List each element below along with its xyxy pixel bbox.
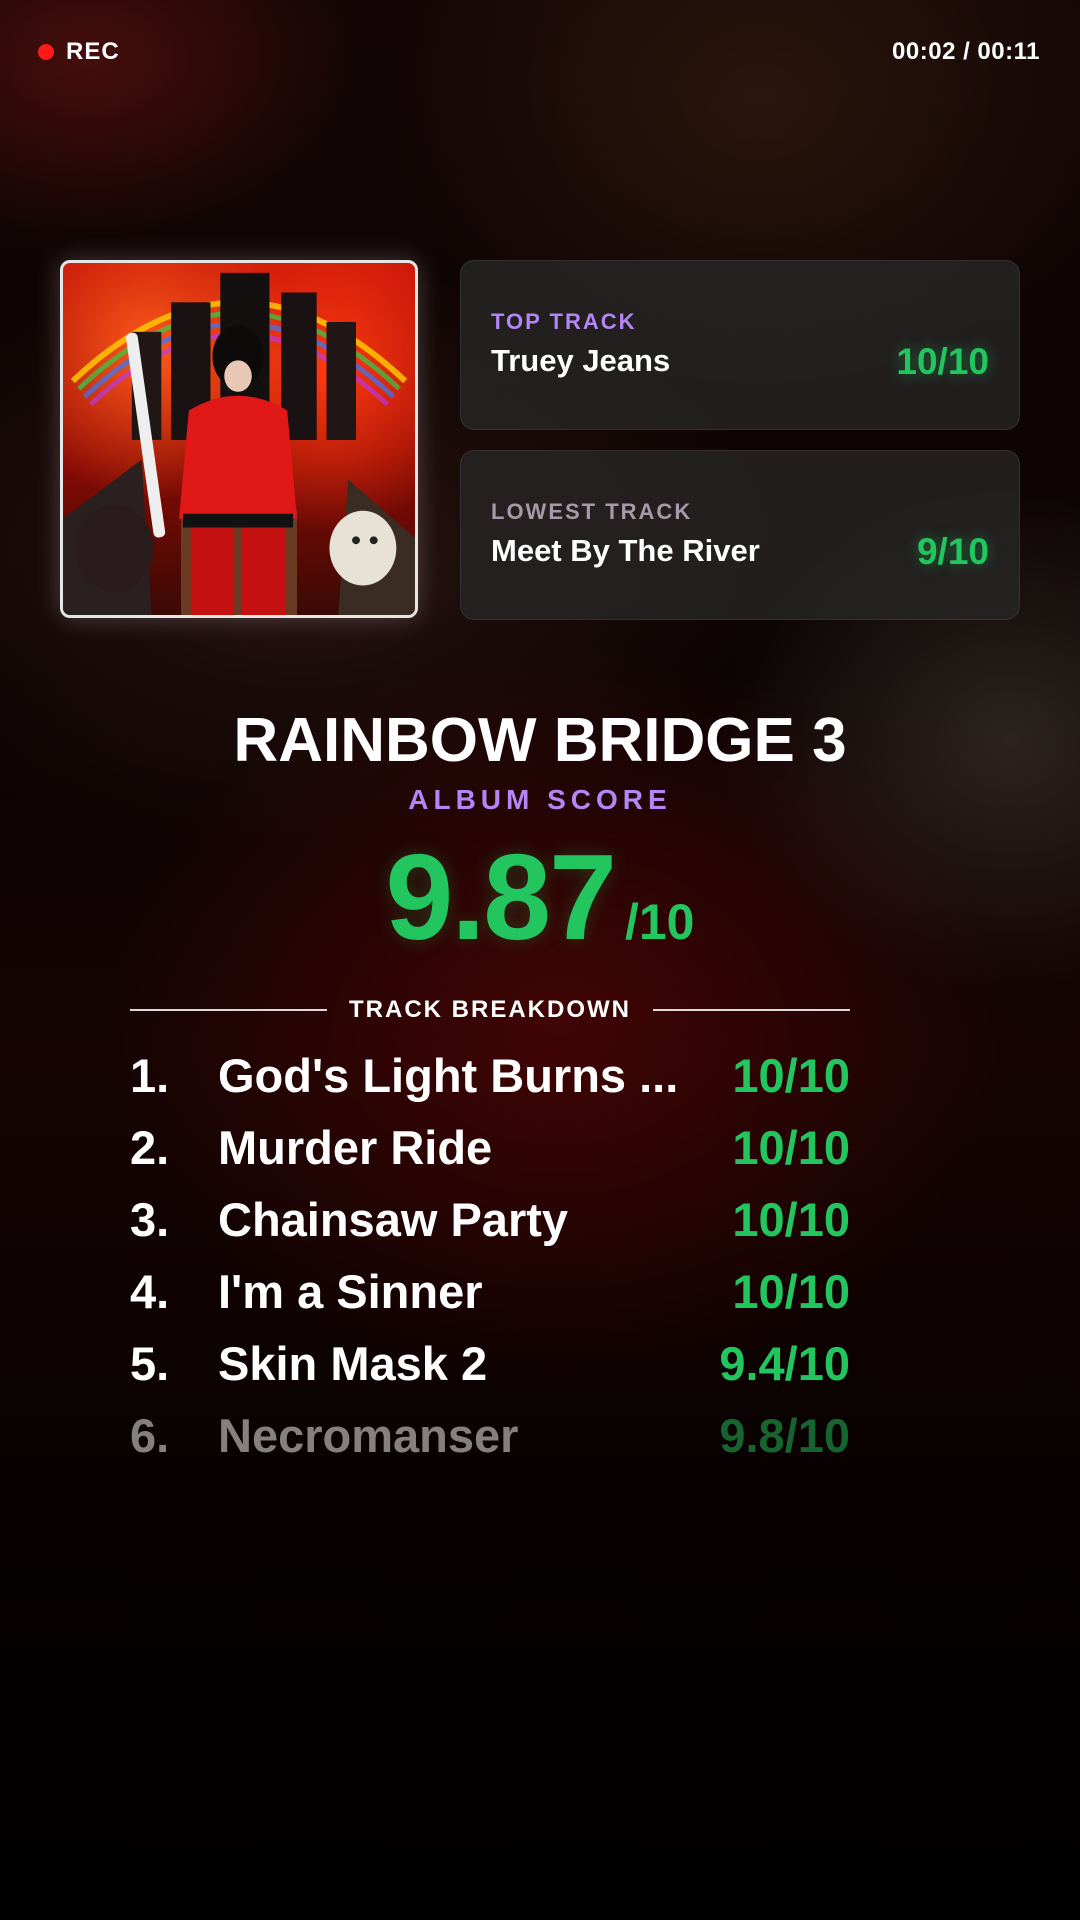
- rec-indicator: REC: [38, 38, 120, 66]
- top-track-score: 10/10: [896, 341, 989, 382]
- lowest-track-label: LOWEST TRACK: [491, 499, 693, 524]
- playback-timer: 00:02 / 00:11: [892, 38, 1040, 65]
- top-track-label: TOP TRACK: [491, 309, 637, 334]
- top-track-card: TOP TRACK Truey Jeans 10/10: [460, 260, 1020, 430]
- track-list: 1. God's Light Burns ... 10/10 2. Murder…: [130, 1040, 850, 1472]
- lowest-track-card: LOWEST TRACK Meet By The River 9/10: [460, 450, 1020, 620]
- album-cover-image: [60, 260, 418, 618]
- screen: REC 00:02 / 00:11 TOP TRACK Truey Jeans …: [0, 0, 1080, 1920]
- album-cover-illustration: [63, 272, 415, 615]
- track-name: Chainsaw Party: [218, 1193, 569, 1246]
- divider-right: [653, 1009, 851, 1011]
- track-name: God's Light Burns ...: [218, 1049, 679, 1102]
- rec-dot-icon: [38, 44, 54, 60]
- top-track-title: Truey Jeans: [491, 343, 671, 378]
- lowest-track-title: Meet By The River: [491, 533, 760, 568]
- track-row: 3. Chainsaw Party 10/10: [130, 1184, 850, 1256]
- track-score: 10/10: [732, 1265, 850, 1318]
- track-name: Skin Mask 2: [218, 1337, 488, 1390]
- track-row: 6. Necromanser 9.8/10: [130, 1400, 850, 1472]
- track-number: 5.: [130, 1337, 170, 1390]
- track-number: 1.: [130, 1049, 170, 1102]
- track-row: 1. God's Light Burns ... 10/10: [130, 1040, 850, 1112]
- track-score: 9.4/10: [719, 1337, 850, 1390]
- track-score: 9.8/10: [719, 1409, 850, 1462]
- track-score: 10/10: [732, 1193, 850, 1246]
- album-score-out-of: /10: [624, 894, 695, 950]
- divider-left: [130, 1009, 328, 1011]
- track-row: 5. Skin Mask 2 9.4/10: [130, 1328, 850, 1400]
- track-number: 3.: [130, 1193, 170, 1246]
- track-breakdown-label: TRACK BREAKDOWN: [349, 996, 631, 1023]
- track-score: 10/10: [732, 1049, 850, 1102]
- track-name: Murder Ride: [218, 1121, 493, 1174]
- track-number: 2.: [130, 1121, 170, 1174]
- album-score-value: 9.87: [385, 829, 617, 965]
- track-name: I'm a Sinner: [218, 1265, 483, 1318]
- album-title: RAINBOW BRIDGE 3: [233, 706, 847, 775]
- track-score: 10/10: [732, 1121, 850, 1174]
- album-score: 9.87 /10: [0, 836, 1080, 958]
- lowest-track-score: 9/10: [916, 531, 989, 572]
- track-number: 6.: [130, 1409, 170, 1462]
- album-score-label: ALBUM SCORE: [408, 784, 672, 815]
- track-row: 4. I'm a Sinner 10/10: [130, 1256, 850, 1328]
- track-breakdown-header: TRACK BREAKDOWN: [130, 996, 851, 1024]
- track-row: 2. Murder Ride 10/10: [130, 1112, 850, 1184]
- track-name: Necromanser: [218, 1409, 519, 1462]
- rec-label: REC: [66, 38, 120, 65]
- track-number: 4.: [130, 1265, 170, 1318]
